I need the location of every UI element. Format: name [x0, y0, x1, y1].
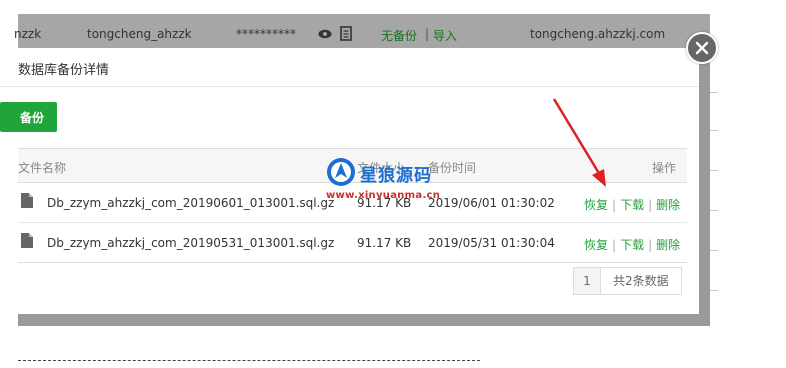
- background-divider: [710, 130, 718, 131]
- restore-link[interactable]: 恢复: [584, 238, 608, 252]
- copy-icon: [340, 26, 352, 41]
- file-icon: [21, 193, 33, 208]
- restore-link[interactable]: 恢复: [584, 198, 608, 212]
- watermark-url: www.xinyuanma.cn: [326, 190, 441, 201]
- backup-file-time: 2019/05/31 01:30:04: [428, 236, 555, 250]
- row-actions: 恢复 | 下载 | 删除: [584, 236, 680, 253]
- background-divider: [710, 170, 718, 171]
- background-divider: [710, 290, 718, 291]
- bg-username-partial: nzzk: [14, 27, 42, 41]
- table-row: Db_zzym_ahzzkj_com_20190531_013001.sql.g…: [18, 223, 687, 262]
- background-divider: [710, 210, 718, 211]
- backup-file-size: 91.17 KB: [357, 236, 412, 250]
- modal-title: 数据库备份详情: [18, 63, 110, 78]
- action-separator: |: [612, 238, 617, 252]
- column-header-file-name: 文件名称: [18, 161, 67, 175]
- eye-icon: [318, 29, 332, 39]
- column-header-actions: 操作: [652, 161, 677, 175]
- red-arrow-annotation: [552, 98, 606, 187]
- modal-title-divider: [0, 86, 699, 87]
- close-button[interactable]: [686, 32, 718, 64]
- action-separator: |: [612, 198, 617, 212]
- total-count: 共2条数据: [613, 274, 669, 288]
- action-separator: |: [648, 238, 653, 252]
- dashed-divider: [18, 360, 480, 361]
- background-divider: [710, 250, 718, 251]
- background-divider: [710, 92, 718, 93]
- download-link[interactable]: 下载: [620, 238, 644, 252]
- bg-import-link[interactable]: 导入: [433, 27, 457, 44]
- bg-username: tongcheng_ahzzk: [87, 27, 192, 41]
- backup-file-name: Db_zzym_ahzzkj_com_20190531_013001.sql.g…: [47, 236, 335, 250]
- bg-password: **********: [236, 27, 296, 41]
- download-link[interactable]: 下载: [620, 198, 644, 212]
- pagination: 1 共2条数据: [573, 267, 682, 295]
- bg-domain: tongcheng.ahzzkj.com: [530, 27, 666, 41]
- bg-separator: |: [425, 27, 430, 41]
- delete-link[interactable]: 删除: [656, 198, 680, 212]
- row-actions: 恢复 | 下载 | 删除: [584, 196, 680, 213]
- file-icon: [21, 233, 33, 248]
- wolf-logo-icon: [327, 158, 355, 186]
- watermark-title: 星狼源码: [360, 166, 432, 186]
- bg-backup-status: 无备份: [381, 29, 418, 43]
- delete-link[interactable]: 删除: [656, 238, 680, 252]
- close-icon: [695, 41, 709, 55]
- watermark: 星狼源码 www.xinyuanma.cn: [326, 157, 466, 203]
- action-separator: |: [648, 198, 653, 212]
- page-number-button[interactable]: 1: [574, 268, 601, 294]
- backup-file-name: Db_zzym_ahzzkj_com_20190601_013001.sql.g…: [47, 196, 335, 210]
- backup-button[interactable]: 备份: [0, 102, 57, 132]
